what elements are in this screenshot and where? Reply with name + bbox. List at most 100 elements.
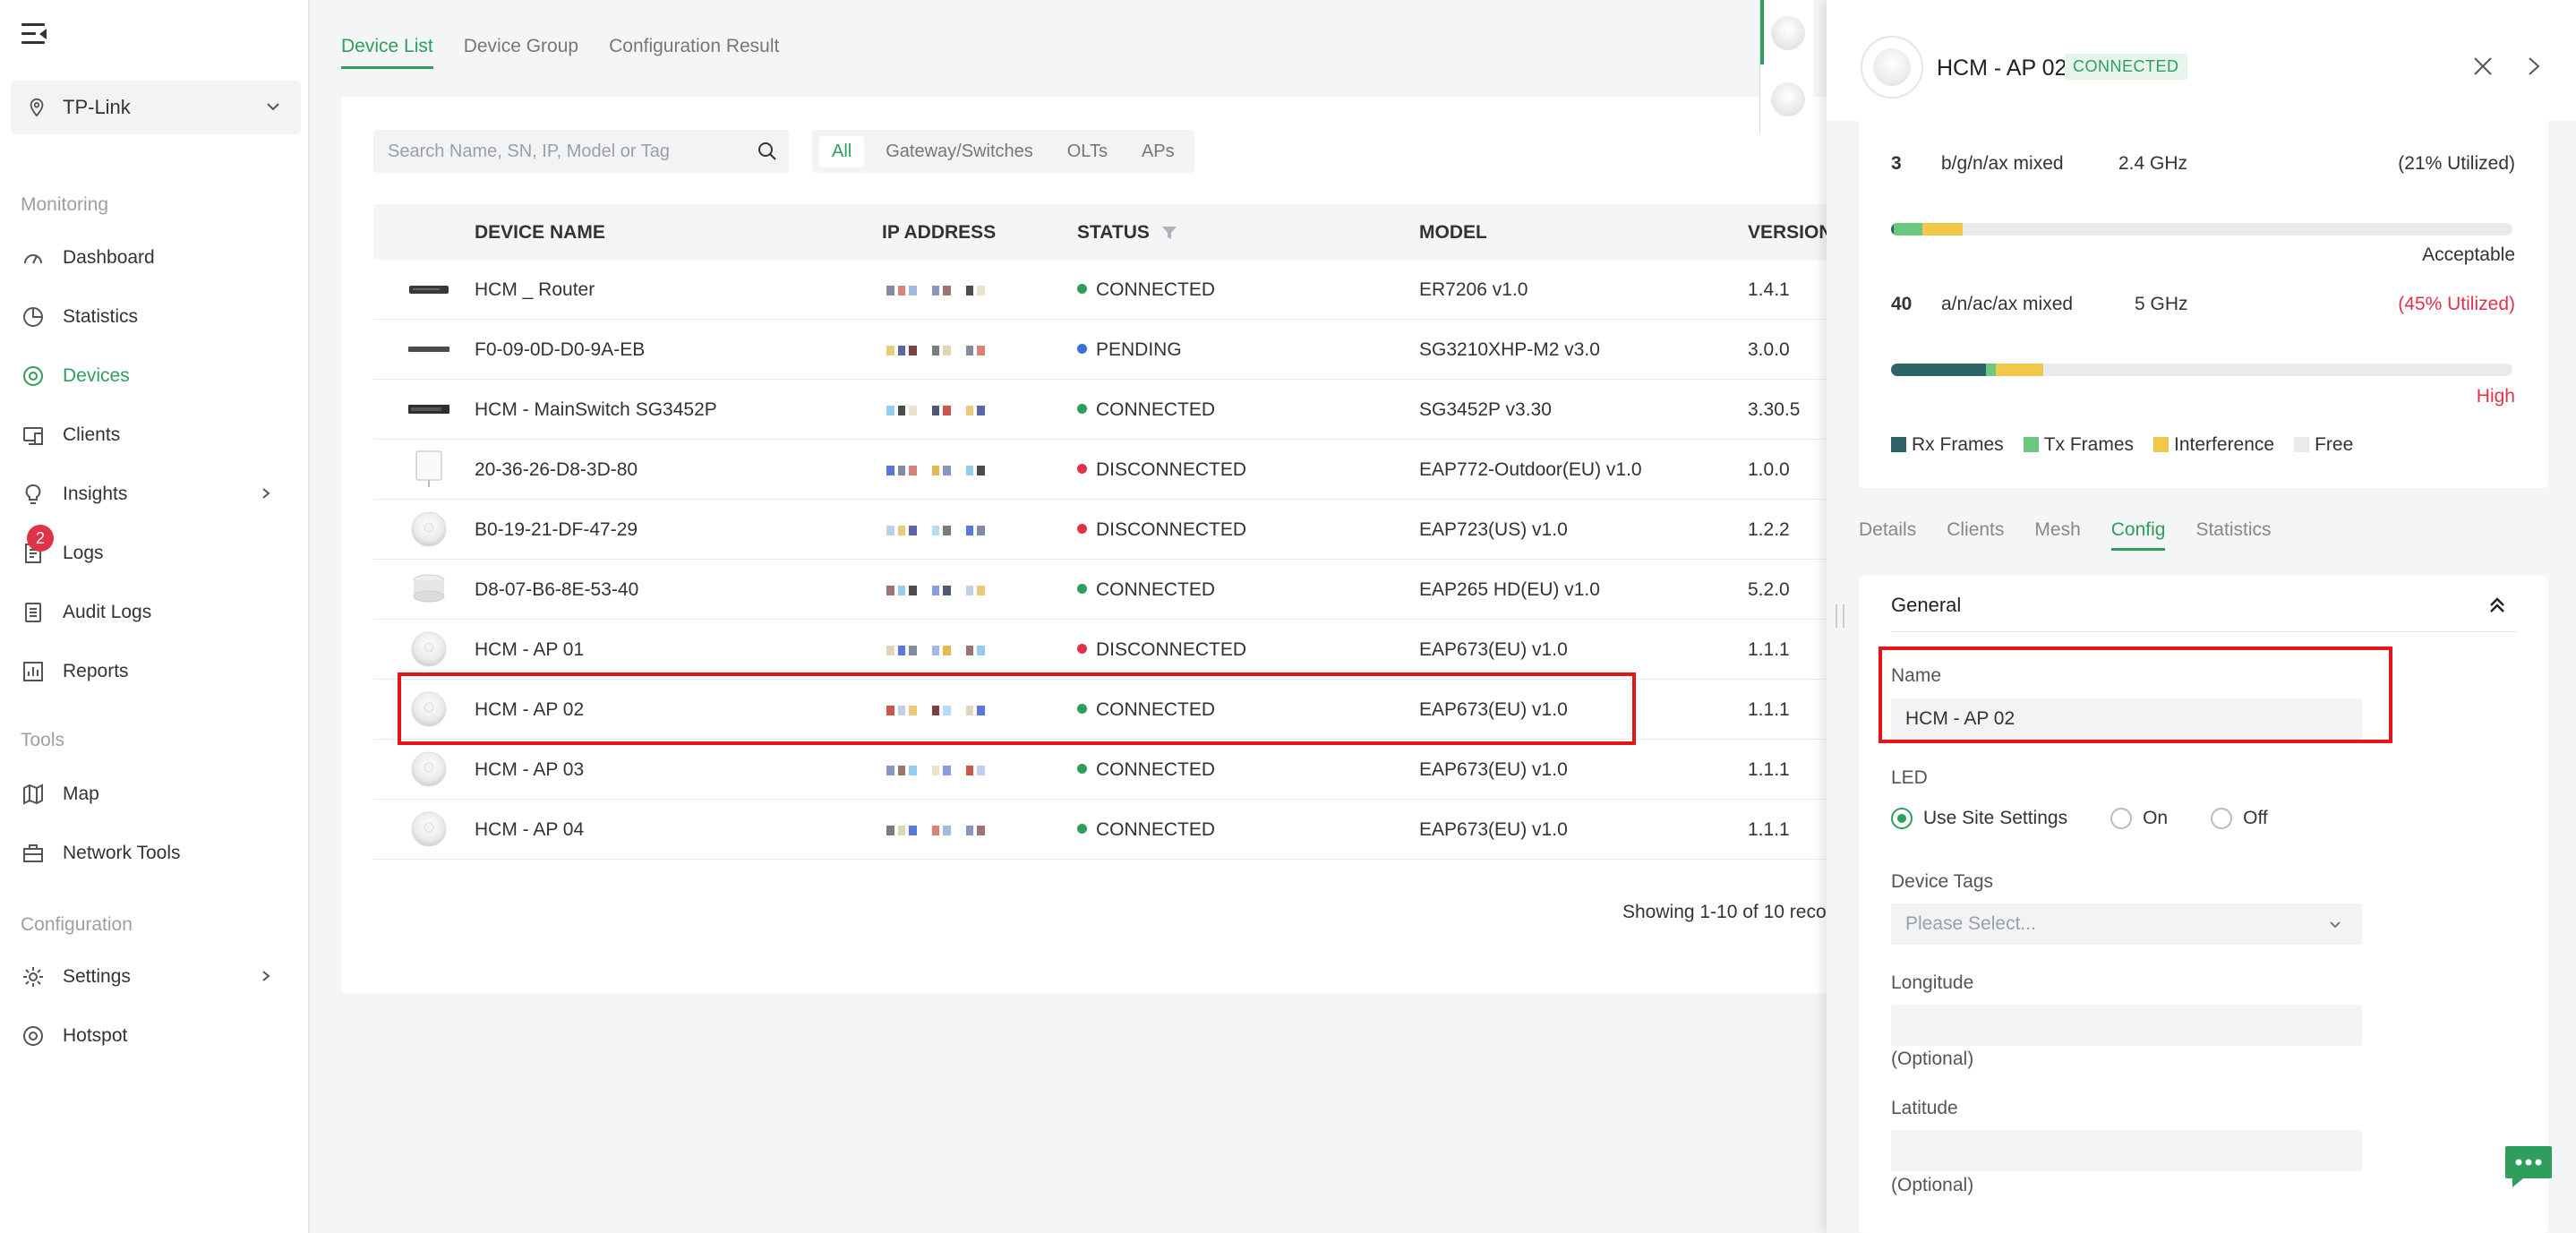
table-row[interactable]: B0-19-21-DF-47-29 DISCONNECTED EAP723(US) …: [373, 500, 1890, 560]
redacted-pixel: [920, 766, 929, 775]
device-name-cell[interactable]: B0-19-21-DF-47-29: [475, 519, 638, 541]
tab-statistics[interactable]: Statistics: [2195, 519, 2271, 551]
filter-funnel-icon[interactable]: [1160, 224, 1178, 242]
search-input[interactable]: Search Name, SN, IP, Model or Tag: [373, 130, 789, 173]
nav-network-tools[interactable]: Network Tools: [0, 832, 310, 875]
model-cell: EAP673(EU) v1.0: [1419, 639, 1568, 660]
audit-icon: [25, 603, 41, 622]
table-row[interactable]: HCM - AP 04 CONNECTED EAP673(EU) v1.0 1.1.1: [373, 800, 1890, 860]
device-name-cell[interactable]: HCM - AP 04: [475, 819, 584, 841]
ip-address-redacted: [886, 823, 986, 837]
nav-hotspot[interactable]: Hotspot: [0, 1015, 310, 1057]
close-icon[interactable]: [2472, 56, 2494, 77]
nav-reports[interactable]: Reports: [0, 650, 310, 693]
header-device-name[interactable]: DEVICE NAME: [475, 222, 605, 244]
device-name-cell[interactable]: F0-09-0D-D0-9A-EB: [475, 339, 645, 361]
redacted-pixel: [909, 345, 918, 355]
tab-config[interactable]: Config: [2110, 519, 2166, 551]
device-name-cell[interactable]: HCM - AP 03: [475, 759, 584, 781]
status-text: DISCONNECTED: [1096, 639, 1247, 660]
drawer-resize-handle[interactable]: [1836, 604, 1844, 628]
nav-logs[interactable]: Logs 2: [0, 525, 310, 575]
header-version[interactable]: VERSION: [1748, 222, 1833, 244]
device-name-cell[interactable]: 20-36-26-D8-3D-80: [475, 459, 638, 481]
redacted-pixel: [954, 346, 963, 355]
gear-icon: [23, 967, 43, 987]
table-row[interactable]: F0-09-0D-D0-9A-EB PENDING SG3210XHP-M2 v3.…: [373, 320, 1890, 380]
model-cell: SG3210XHP-M2 v3.0: [1419, 339, 1600, 360]
redacted-pixel: [909, 825, 918, 835]
nav-map[interactable]: Map: [0, 773, 310, 816]
nav-statistics[interactable]: Statistics: [0, 295, 310, 338]
drawer-header: HCM - AP 02 CONNECTED: [1827, 0, 2576, 121]
filter-aps[interactable]: APs: [1129, 136, 1187, 167]
device-name-cell[interactable]: HCM - MainSwitch SG3452P: [475, 399, 717, 421]
redacted-pixel: [897, 825, 906, 835]
led-option-site-settings[interactable]: Use Site Settings: [1891, 808, 2067, 829]
redacted-pixel: [931, 285, 940, 295]
filter-gateway-switches[interactable]: Gateway/Switches: [873, 136, 1046, 167]
table-row[interactable]: D8-07-B6-8E-53-40 CONNECTED EAP265 HD(EU) …: [373, 560, 1890, 620]
longitude-input[interactable]: [1891, 1005, 2362, 1046]
led-option-off[interactable]: Off: [2211, 808, 2268, 829]
header-ip-address[interactable]: IP ADDRESS: [882, 222, 996, 244]
nav-clients[interactable]: Clients: [0, 414, 310, 457]
search-icon[interactable]: [757, 141, 778, 162]
tab-device-group[interactable]: Device Group: [464, 36, 578, 69]
table-row[interactable]: HCM - AP 03 CONNECTED EAP673(EU) v1.0 1.1.1: [373, 740, 1890, 800]
latitude-label: Latitude: [1891, 1098, 1958, 1118]
latitude-input[interactable]: [1891, 1130, 2362, 1171]
redacted-pixel: [977, 585, 986, 595]
led-option-on[interactable]: On: [2110, 808, 2168, 829]
ip-address-redacted: [886, 523, 986, 537]
ap-device-icon: [407, 511, 450, 547]
redacted-pixel: [886, 765, 894, 775]
collapse-up-icon[interactable]: [2486, 594, 2509, 617]
redacted-pixel: [977, 465, 986, 475]
table-row[interactable]: HCM - MainSwitch SG3452P CONNECTED SG3452P…: [373, 380, 1890, 440]
device-tags-select[interactable]: Please Select...: [1891, 903, 2362, 945]
redacted-pixel: [886, 285, 894, 295]
led-radio-group: Use Site Settings On Off: [1891, 808, 2311, 829]
version-cell: 1.1.1: [1748, 639, 1790, 660]
device-name-cell[interactable]: HCM - AP 01: [475, 639, 584, 661]
ip-address-redacted: [886, 283, 986, 297]
tab-details[interactable]: Details: [1859, 519, 1916, 551]
chat-icon[interactable]: [2503, 1144, 2554, 1189]
device-name-cell[interactable]: HCM _ Router: [475, 279, 595, 301]
tab-mesh[interactable]: Mesh: [2034, 519, 2080, 551]
table-row[interactable]: 20-36-26-D8-3D-80 DISCONNECTED EAP772-Outd…: [373, 440, 1890, 500]
nav-audit-logs[interactable]: Audit Logs: [0, 591, 310, 634]
filter-all[interactable]: All: [819, 135, 865, 167]
tab-device-list[interactable]: Device List: [341, 36, 433, 69]
dashboard-icon: [24, 254, 42, 264]
nav-dashboard[interactable]: Dashboard: [0, 236, 310, 279]
menu-collapse-icon[interactable]: [21, 23, 47, 45]
devices-icon: [23, 366, 43, 386]
header-status[interactable]: STATUS: [1077, 222, 1150, 244]
site-selector[interactable]: TP-Link: [11, 81, 301, 134]
nav-devices[interactable]: Devices: [0, 355, 310, 398]
redacted-pixel: [931, 645, 940, 655]
table-row[interactable]: HCM - AP 01 DISCONNECTED EAP673(EU) v1.0 1.…: [373, 620, 1890, 680]
version-cell: 3.30.5: [1748, 399, 1801, 420]
table-row[interactable]: HCM _ Router CONNECTED ER7206 v1.0 1.4.1: [373, 260, 1890, 320]
header-model[interactable]: MODEL: [1419, 222, 1487, 244]
ap-device-icon: [407, 751, 450, 787]
redacted-pixel: [931, 525, 940, 535]
tab-configuration-result[interactable]: Configuration Result: [609, 36, 779, 69]
chevron-right-icon[interactable]: [2523, 56, 2545, 77]
nav-insights[interactable]: Insights: [0, 473, 310, 516]
nav-settings[interactable]: Settings: [0, 955, 310, 998]
outdoor-device-icon: [407, 450, 450, 487]
redacted-pixel: [897, 465, 906, 475]
filter-olts[interactable]: OLTs: [1055, 136, 1120, 167]
ap-thumbnail-icon[interactable]: [1771, 16, 1805, 50]
general-section-title[interactable]: General: [1891, 594, 1961, 617]
redacted-pixel: [920, 346, 929, 355]
device-name-cell[interactable]: D8-07-B6-8E-53-40: [475, 579, 638, 601]
version-cell: 1.1.1: [1748, 819, 1790, 840]
rx-segment: [1891, 364, 1987, 376]
tab-clients[interactable]: Clients: [1947, 519, 2004, 551]
ap-thumbnail-icon[interactable]: [1771, 82, 1805, 116]
